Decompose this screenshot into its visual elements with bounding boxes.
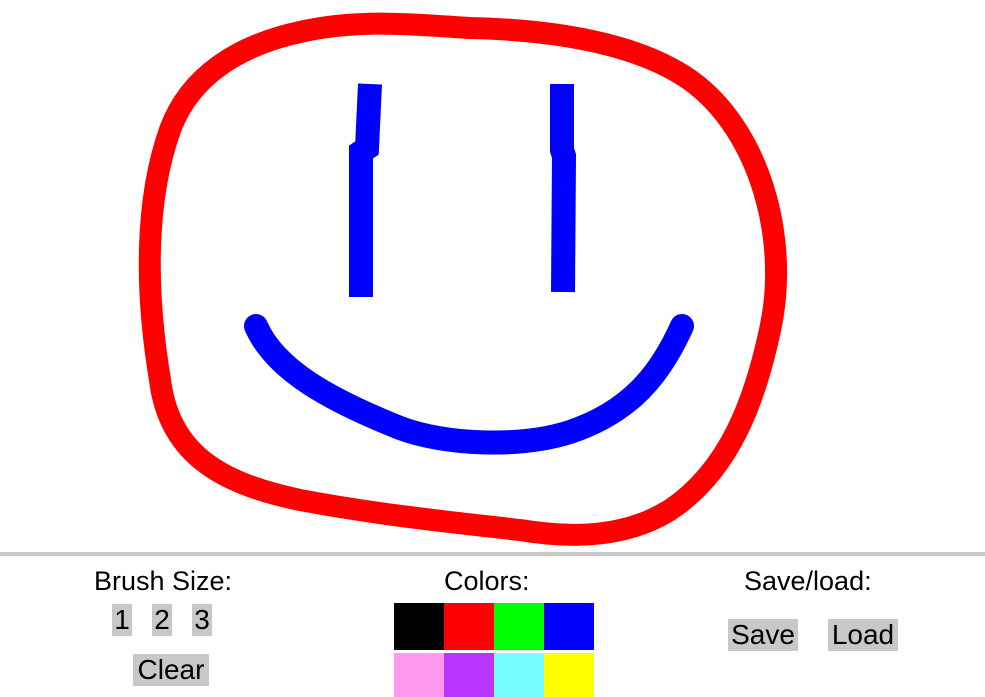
color-swatch-green[interactable]: [494, 603, 544, 650]
color-swatch-blue[interactable]: [544, 603, 594, 650]
color-swatch-red[interactable]: [444, 603, 494, 650]
brush-size-3-button[interactable]: 3: [192, 604, 212, 636]
colors-label: Colors:: [444, 566, 530, 596]
color-swatch-pink[interactable]: [394, 653, 444, 697]
save-button[interactable]: Save: [728, 619, 798, 651]
load-button[interactable]: Load: [828, 619, 898, 651]
left-eye-stroke: [349, 83, 382, 297]
brush-size-label: Brush Size:: [94, 566, 233, 596]
smile-stroke: [244, 314, 694, 455]
toolbar: Brush Size: 1 2 3 Clear Colors: Save/loa…: [0, 556, 985, 697]
right-eye-stroke: [550, 84, 577, 293]
color-swatch-yellow[interactable]: [544, 653, 594, 697]
drawing-canvas[interactable]: [0, 0, 985, 552]
color-swatch-black[interactable]: [394, 603, 444, 650]
brush-size-2-button[interactable]: 2: [152, 604, 172, 636]
face-outline-stroke: [138, 12, 788, 546]
save-load-label: Save/load:: [744, 566, 872, 596]
paint-app: Brush Size: 1 2 3 Clear Colors: Save/loa…: [0, 0, 985, 697]
canvas-drawing: [138, 12, 788, 546]
color-swatch-purple[interactable]: [444, 653, 494, 697]
brush-size-1-button[interactable]: 1: [112, 604, 132, 636]
clear-button[interactable]: Clear: [133, 654, 209, 686]
color-swatch-cyan[interactable]: [494, 653, 544, 697]
